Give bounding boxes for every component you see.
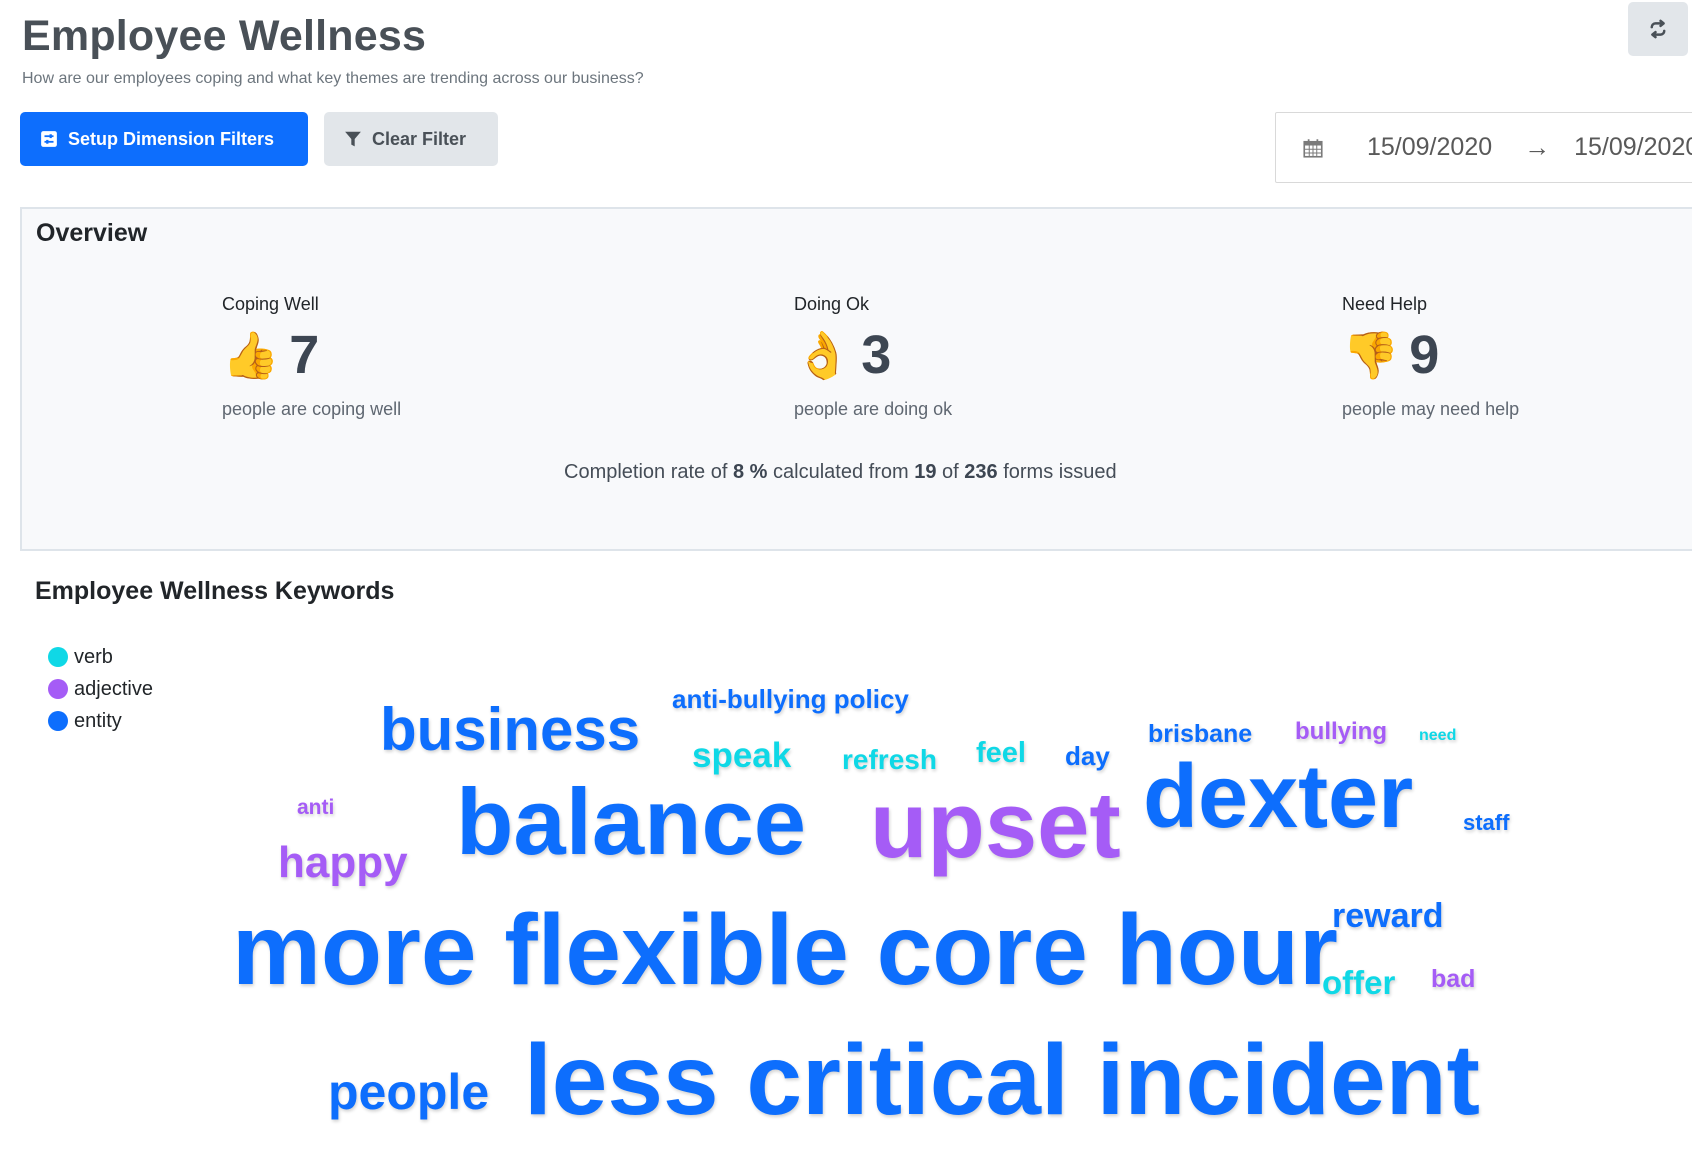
keyword-need[interactable]: need — [1419, 728, 1456, 744]
keyword-balance[interactable]: balance — [456, 775, 806, 869]
keyword-staff[interactable]: staff — [1463, 812, 1509, 834]
thumbs-up-icon: 👍 — [222, 329, 280, 381]
repeat-icon — [1650, 19, 1666, 39]
forms-completed: 19 — [914, 461, 937, 483]
legend-item-verb[interactable]: verb — [48, 641, 153, 673]
keyword-anti-bullying-policy[interactable]: anti-bullying policy — [672, 686, 909, 712]
setup-dimension-filters-button[interactable]: Setup Dimension Filters — [20, 112, 308, 166]
stat-description: people are doing ok — [794, 399, 953, 419]
keyword-bullying[interactable]: bullying — [1295, 720, 1387, 744]
stat-label: Doing Ok — [794, 294, 870, 314]
calendar-icon — [1303, 138, 1323, 158]
setup-dimension-filters-label: Setup Dimension Filters — [68, 128, 275, 149]
completion-rate: 8 % — [732, 461, 768, 483]
overview-title: Overview — [36, 219, 148, 247]
stat-label: Need Help — [1342, 294, 1428, 314]
ok-hand-icon: 👌 — [794, 329, 852, 381]
start-date-input[interactable]: 15/09/2020 — [1367, 133, 1492, 162]
end-date-input[interactable]: 15/09/2020 — [1574, 133, 1692, 162]
refresh-button[interactable] — [1628, 2, 1688, 56]
keyword-bad[interactable]: bad — [1431, 967, 1475, 992]
legend-item-entity[interactable]: entity — [48, 705, 153, 737]
keyword-speak[interactable]: speak — [692, 738, 791, 773]
keywords-legend: verb adjective entity — [48, 641, 153, 737]
stat-description: people are coping well — [222, 399, 402, 419]
keyword-refresh[interactable]: refresh — [842, 746, 937, 774]
page-subtitle: How are our employees coping and what ke… — [22, 70, 644, 87]
legend-label: entity — [74, 709, 122, 732]
clear-filter-label: Clear Filter — [372, 128, 467, 149]
filter-icon — [345, 131, 361, 147]
keyword-less-critical-incident[interactable]: less critical incident — [524, 1030, 1480, 1130]
legend-dot-adjective — [48, 679, 68, 699]
completion-of: of — [942, 461, 959, 483]
legend-dot-verb — [48, 647, 68, 667]
legend-dot-entity — [48, 711, 68, 731]
thumbs-down-icon: 👎 — [1342, 329, 1400, 381]
date-range-picker[interactable]: 15/09/2020 → 15/09/2020 — [1275, 112, 1692, 183]
keywords-title: Employee Wellness Keywords — [35, 577, 395, 605]
completion-middle: calculated from — [773, 461, 909, 483]
forms-issued: 236 — [964, 461, 998, 483]
stat-description: people may need help — [1342, 399, 1520, 419]
keyword-people[interactable]: people — [328, 1067, 489, 1117]
sliders-icon — [41, 131, 57, 147]
keyword-more-flexible-core-hour[interactable]: more flexible core hour — [232, 900, 1338, 1000]
keyword-happy[interactable]: happy — [278, 841, 408, 885]
clear-filter-button[interactable]: Clear Filter — [324, 112, 498, 166]
keyword-dexter[interactable]: dexter — [1143, 752, 1413, 842]
legend-item-adjective[interactable]: adjective — [48, 673, 153, 705]
keyword-business[interactable]: business — [380, 700, 640, 760]
stat-value: 3 — [861, 325, 892, 385]
keyword-anti[interactable]: anti — [297, 797, 334, 818]
page-title: Employee Wellness — [22, 12, 427, 60]
keyword-reward[interactable]: reward — [1332, 899, 1444, 933]
completion-suffix: forms issued — [1003, 461, 1117, 483]
arrow-right-icon: → — [1524, 132, 1551, 162]
stat-label: Coping Well — [222, 294, 319, 314]
overview-panel: Overview Coping Well 👍 7 people are copi… — [20, 207, 1692, 551]
stat-coping-well: Coping Well 👍 7 people are coping well — [222, 294, 401, 420]
completion-rate-text: Completion rate of 8 % calculated from 1… — [564, 461, 1117, 484]
stat-value: 9 — [1409, 325, 1440, 385]
keyword-brisbane[interactable]: brisbane — [1148, 722, 1252, 747]
keyword-upset[interactable]: upset — [870, 778, 1121, 872]
keyword-offer[interactable]: offer — [1322, 966, 1395, 999]
stat-value: 7 — [289, 325, 320, 385]
completion-prefix: Completion rate of — [564, 461, 728, 483]
stat-doing-ok: Doing Ok 👌 3 people are doing ok — [794, 294, 952, 420]
keyword-feel[interactable]: feel — [976, 739, 1026, 768]
stat-need-help: Need Help 👎 9 people may need help — [1342, 294, 1519, 420]
legend-label: verb — [74, 645, 113, 668]
legend-label: adjective — [74, 677, 153, 700]
keyword-day[interactable]: day — [1065, 743, 1110, 769]
